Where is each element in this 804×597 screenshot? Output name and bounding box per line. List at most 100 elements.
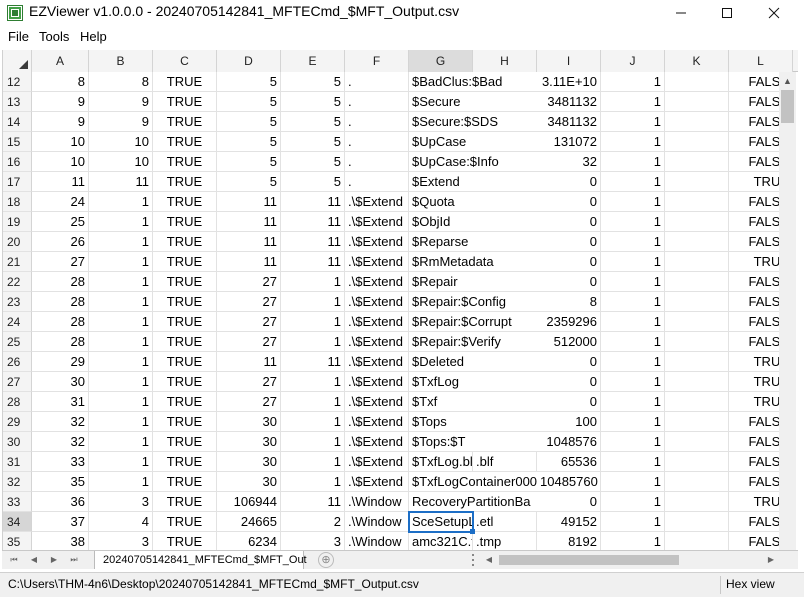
row-header[interactable]: 20 <box>3 232 32 252</box>
cell-g21[interactable]: $RmMetadata <box>409 252 537 272</box>
cell-a24[interactable]: 28 <box>32 312 89 332</box>
cell-f15[interactable]: . <box>345 132 409 152</box>
row-header[interactable]: 24 <box>3 312 32 332</box>
cell-f23[interactable]: .\$Extend <box>345 292 409 312</box>
cell-e20[interactable]: 11 <box>281 232 345 252</box>
cell-a33[interactable]: 36 <box>32 492 89 512</box>
column-header-k[interactable]: K <box>665 50 729 72</box>
cell-f16[interactable]: . <box>345 152 409 172</box>
cell-d35[interactable]: 6234 <box>217 532 281 550</box>
row-header[interactable]: 12 <box>3 72 32 92</box>
scroll-right-icon[interactable]: ▶ <box>764 552 778 568</box>
cell-k13[interactable] <box>665 92 729 112</box>
cell-g18[interactable]: $Quota <box>409 192 537 212</box>
cell-a28[interactable]: 31 <box>32 392 89 412</box>
cell-f21[interactable]: .\$Extend <box>345 252 409 272</box>
row-header[interactable]: 31 <box>3 452 32 472</box>
cell-j18[interactable]: 1 <box>601 192 665 212</box>
cell-i18[interactable]: 0 <box>537 192 601 212</box>
cell-j28[interactable]: 1 <box>601 392 665 412</box>
cell-k22[interactable] <box>665 272 729 292</box>
row-header[interactable]: 34 <box>3 512 32 532</box>
cell-c24[interactable]: TRUE <box>153 312 217 332</box>
column-header-f[interactable]: F <box>345 50 409 72</box>
cell-d22[interactable]: 27 <box>217 272 281 292</box>
cell-e16[interactable]: 5 <box>281 152 345 172</box>
cell-k19[interactable] <box>665 212 729 232</box>
cell-b29[interactable]: 1 <box>89 412 153 432</box>
cell-b14[interactable]: 9 <box>89 112 153 132</box>
cell-b19[interactable]: 1 <box>89 212 153 232</box>
cell-k20[interactable] <box>665 232 729 252</box>
cell-g26[interactable]: $Deleted <box>409 352 537 372</box>
cell-d18[interactable]: 11 <box>217 192 281 212</box>
cell-j20[interactable]: 1 <box>601 232 665 252</box>
cell-k32[interactable] <box>665 472 729 492</box>
cell-a15[interactable]: 10 <box>32 132 89 152</box>
cell-b20[interactable]: 1 <box>89 232 153 252</box>
cell-f19[interactable]: .\$Extend <box>345 212 409 232</box>
cell-a26[interactable]: 29 <box>32 352 89 372</box>
row-header[interactable]: 33 <box>3 492 32 512</box>
cell-j13[interactable]: 1 <box>601 92 665 112</box>
cell-b31[interactable]: 1 <box>89 452 153 472</box>
cell-b28[interactable]: 1 <box>89 392 153 412</box>
row-header[interactable]: 35 <box>3 532 32 550</box>
cell-j34[interactable]: 1 <box>601 512 665 532</box>
row-header[interactable]: 17 <box>3 172 32 192</box>
cell-c13[interactable]: TRUE <box>153 92 217 112</box>
cell-k14[interactable] <box>665 112 729 132</box>
cell-d23[interactable]: 27 <box>217 292 281 312</box>
cell-j26[interactable]: 1 <box>601 352 665 372</box>
row-header[interactable]: 30 <box>3 432 32 452</box>
cell-a19[interactable]: 25 <box>32 212 89 232</box>
cell-e14[interactable]: 5 <box>281 112 345 132</box>
cell-k28[interactable] <box>665 392 729 412</box>
cell-b30[interactable]: 1 <box>89 432 153 452</box>
cell-d33[interactable]: 106944 <box>217 492 281 512</box>
cell-a30[interactable]: 32 <box>32 432 89 452</box>
cell-e22[interactable]: 1 <box>281 272 345 292</box>
row-header[interactable]: 25 <box>3 332 32 352</box>
cell-e21[interactable]: 11 <box>281 252 345 272</box>
hex-view-button[interactable]: Hex view <box>726 577 775 591</box>
cell-b24[interactable]: 1 <box>89 312 153 332</box>
cell-g33[interactable]: RecoveryPartitionBa <box>409 492 537 512</box>
cell-f33[interactable]: .\Window <box>345 492 409 512</box>
cell-i27[interactable]: 0 <box>537 372 601 392</box>
cell-e19[interactable]: 11 <box>281 212 345 232</box>
cell-b13[interactable]: 9 <box>89 92 153 112</box>
cell-g20[interactable]: $Reparse <box>409 232 537 252</box>
cell-g14[interactable]: $Secure:$SDS <box>409 112 537 132</box>
cell-f30[interactable]: .\$Extend <box>345 432 409 452</box>
cell-f32[interactable]: .\$Extend <box>345 472 409 492</box>
cell-i21[interactable]: 0 <box>537 252 601 272</box>
cell-g17[interactable]: $Extend <box>409 172 537 192</box>
cell-b25[interactable]: 1 <box>89 332 153 352</box>
cell-b33[interactable]: 3 <box>89 492 153 512</box>
cell-j12[interactable]: 1 <box>601 72 665 92</box>
cell-k25[interactable] <box>665 332 729 352</box>
row-header[interactable]: 15 <box>3 132 32 152</box>
row-header[interactable]: 14 <box>3 112 32 132</box>
cell-b21[interactable]: 1 <box>89 252 153 272</box>
first-sheet-icon[interactable]: ⏮ <box>6 552 22 568</box>
cell-j21[interactable]: 1 <box>601 252 665 272</box>
cell-j23[interactable]: 1 <box>601 292 665 312</box>
cell-d29[interactable]: 30 <box>217 412 281 432</box>
cell-i28[interactable]: 0 <box>537 392 601 412</box>
close-button[interactable] <box>751 0 797 26</box>
cell-c14[interactable]: TRUE <box>153 112 217 132</box>
scroll-left-icon[interactable]: ◀ <box>482 552 496 568</box>
cell-g25[interactable]: $Repair:$Verify <box>409 332 537 352</box>
cell-j16[interactable]: 1 <box>601 152 665 172</box>
vertical-scroll-thumb[interactable] <box>781 90 794 123</box>
cell-a22[interactable]: 28 <box>32 272 89 292</box>
cell-d16[interactable]: 5 <box>217 152 281 172</box>
cell-c19[interactable]: TRUE <box>153 212 217 232</box>
scroll-up-icon[interactable]: ▲ <box>779 72 796 89</box>
cell-k18[interactable] <box>665 192 729 212</box>
cell-d31[interactable]: 30 <box>217 452 281 472</box>
cell-k23[interactable] <box>665 292 729 312</box>
maximize-button[interactable] <box>704 0 750 26</box>
